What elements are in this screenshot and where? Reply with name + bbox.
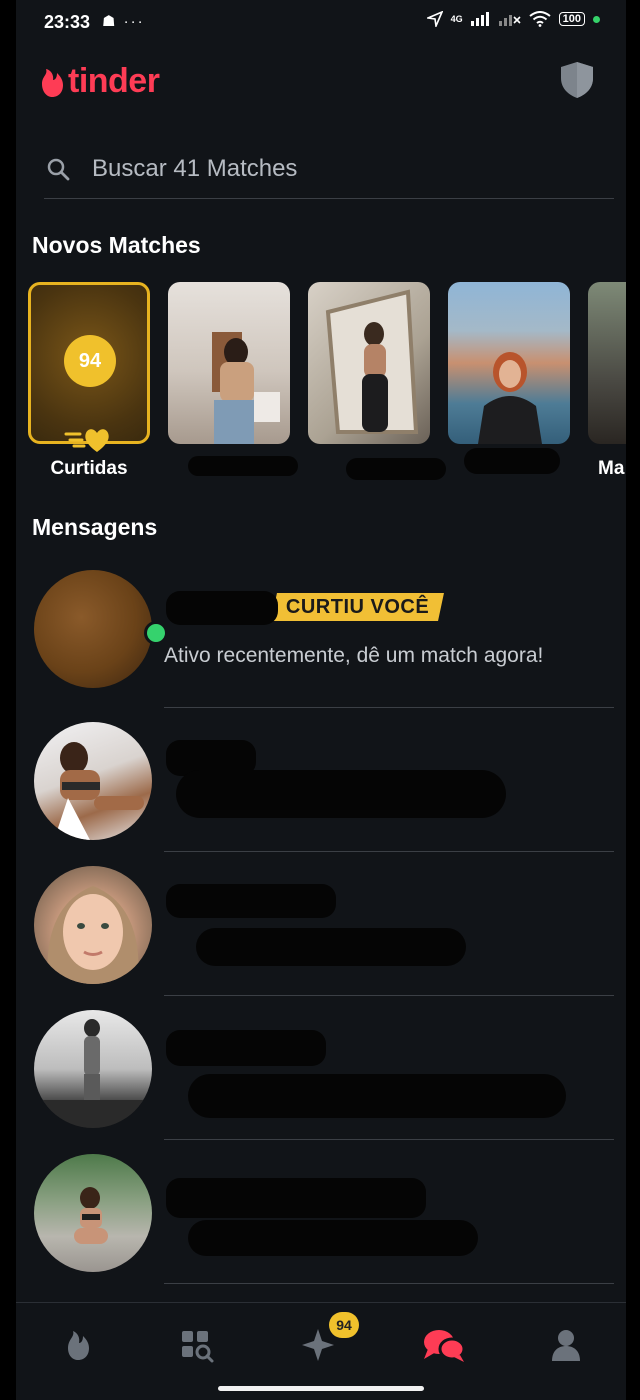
shield-icon[interactable]: [558, 60, 596, 100]
new-matches-row: 94 Curtidas Ma: [28, 282, 626, 482]
redaction: [166, 884, 336, 918]
avatar: [34, 1154, 152, 1272]
match-name: Ma: [598, 458, 625, 479]
online-status-dot: [144, 621, 168, 645]
new-matches-title: Novos Matches: [32, 232, 201, 258]
status-right-icons: 4G 100: [426, 11, 600, 27]
status-time: 23:33: [44, 12, 91, 32]
avatar-illustration: [54, 742, 144, 840]
tinder-logo[interactable]: tinder: [36, 62, 160, 101]
redaction: [166, 1178, 426, 1218]
messages-title: Mensagens: [32, 514, 158, 540]
app-screen: 23:33 ☗ ··· 4G 100 tinder Buscar 41 Matc…: [16, 0, 626, 1400]
photo-illustration: [478, 352, 542, 444]
match-card[interactable]: Ma: [308, 282, 430, 482]
redaction: [196, 928, 466, 966]
match-photo: [168, 282, 290, 444]
logo-text: tinder: [68, 62, 160, 100]
avatar: [34, 1010, 152, 1128]
chat-icon[interactable]: [420, 1325, 468, 1365]
match-photo: [308, 282, 430, 444]
photo-illustration: [212, 332, 280, 444]
redaction: [188, 456, 298, 476]
home-indicator: [218, 1386, 424, 1391]
redaction: [188, 1220, 478, 1256]
likes-card[interactable]: 94 Curtidas: [28, 282, 150, 482]
network-type: 4G: [450, 14, 463, 24]
message-row[interactable]: [16, 852, 626, 996]
search-bar[interactable]: Buscar 41 Matches: [44, 140, 614, 199]
avatar: [34, 570, 152, 688]
avatar: [34, 722, 152, 840]
liked-you-badge-text: CURTIU VOCÊ: [286, 595, 430, 618]
photo-illustration: [325, 289, 419, 434]
avatar: [34, 866, 152, 984]
search-icon: [47, 158, 70, 181]
avatar-illustration: [34, 1019, 152, 1128]
redaction: [166, 591, 278, 625]
divider: [164, 1283, 614, 1284]
liked-you-badge: CURTIU VOCÊ: [271, 593, 445, 621]
redaction: [464, 448, 560, 474]
match-card[interactable]: [168, 282, 290, 482]
message-row[interactable]: [16, 996, 626, 1140]
gold-badge: 94: [329, 1312, 359, 1338]
match-photo: [448, 282, 570, 444]
profile-icon[interactable]: [546, 1325, 586, 1365]
signal-off-icon: [498, 15, 521, 26]
status-bar: 23:33 ☗ ··· 4G 100: [16, 0, 626, 44]
match-photo: [588, 282, 626, 444]
redaction: [176, 770, 506, 818]
likes-card-image: 94: [28, 282, 150, 444]
explore-icon[interactable]: [176, 1325, 216, 1365]
message-row[interactable]: Ativo recentemente, dê um match agora!: [16, 564, 626, 708]
match-card[interactable]: Ma: [588, 282, 626, 482]
likes-count-badge: 94: [64, 335, 116, 387]
battery-indicator: 100: [558, 12, 585, 26]
location-arrow-icon: [426, 11, 443, 27]
redaction: [346, 458, 446, 480]
privacy-dot: [593, 15, 600, 23]
message-subtitle: Ativo recentemente, dê um match agora!: [164, 644, 544, 667]
flame-icon[interactable]: [58, 1325, 98, 1365]
likes-label: Curtidas: [50, 458, 128, 479]
signal-icon: [470, 12, 489, 26]
wifi-icon: [529, 11, 551, 27]
search-input[interactable]: Buscar 41 Matches: [92, 155, 297, 183]
flame-logo-icon: [42, 68, 63, 97]
redaction: [188, 1074, 566, 1118]
gold-heart-icon: [64, 429, 109, 452]
notification-icons: ☗ ···: [102, 13, 145, 30]
avatar-illustration: [47, 886, 139, 984]
avatar-illustration: [74, 1187, 108, 1244]
redaction: [166, 1030, 326, 1066]
